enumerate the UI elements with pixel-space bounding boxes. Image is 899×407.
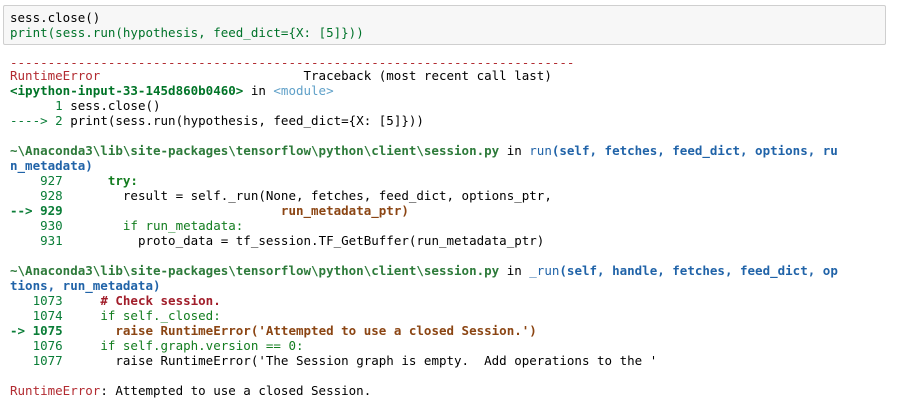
- line-number: 1077: [10, 353, 71, 368]
- frame-3-line-1077: 1077 raise RuntimeError('The Session gra…: [10, 353, 658, 368]
- frame-1-line-2: ----> 2 print(sess.run(hypothesis, feed_…: [10, 113, 424, 128]
- error-arrow: --> 929: [10, 203, 71, 218]
- line-number: 928: [10, 188, 71, 203]
- frame-3-line-1075: -> 1075 raise RuntimeError('Attempted to…: [10, 323, 537, 338]
- line-number: 1074: [10, 308, 71, 323]
- function-args: (self, fetches, feed_dict, options, ru: [551, 143, 838, 158]
- code-text: result = self._run(None, fetches, feed_d…: [70, 188, 552, 203]
- in-text: in: [499, 143, 530, 158]
- line-number: 1076: [10, 338, 71, 353]
- frame-2-line-931: 931 proto_data = tf_session.TF_GetBuffer…: [10, 233, 544, 248]
- code-input-cell[interactable]: sess.close() print(sess.run(hypothesis, …: [3, 5, 886, 45]
- frame-3-line-1076: 1076 if self.graph.version == 0:: [10, 338, 304, 353]
- frame-2-line-929: --> 929 run_metadata_ptr): [10, 203, 409, 218]
- line-number: 1: [10, 98, 71, 113]
- file-path-link[interactable]: ~\Anaconda3\lib\site-packages\tensorflow…: [10, 143, 499, 158]
- code-line-1: sess.close(): [10, 10, 101, 25]
- frame-2-line-930: 930 if run_metadata:: [10, 218, 243, 233]
- code-text: run_metadata_ptr): [70, 203, 409, 218]
- print-args: (sess.run(hypothesis, feed_dict={X: [5]}…: [47, 25, 364, 40]
- line-number: 927: [10, 173, 71, 188]
- frame-3-header: ~\Anaconda3\lib\site-packages\tensorflow…: [10, 263, 838, 278]
- frame-3-args-cont: tions, run_metadata): [10, 278, 161, 293]
- error-arrow: ----> 2: [10, 113, 71, 128]
- code-text: if self._closed:: [70, 308, 221, 323]
- function-name: _run: [529, 263, 560, 278]
- frame-1-line-1: 1 sess.close(): [10, 98, 161, 113]
- function-name: run: [529, 143, 552, 158]
- frame-1-header: <ipython-input-33-145d860b0460> in <modu…: [10, 83, 334, 98]
- code-text: if run_metadata:: [70, 218, 244, 233]
- in-text: in: [243, 83, 274, 98]
- module-name: <module>: [273, 83, 334, 98]
- code-text: if self.graph.version == 0:: [70, 338, 304, 353]
- error-arrow: -> 1075: [10, 323, 71, 338]
- final-error-message: : Attempted to use a closed Session.: [100, 383, 372, 398]
- final-error-line: RuntimeError: Attempted to use a closed …: [10, 383, 371, 398]
- line-number: 1073: [10, 293, 71, 308]
- code-text: raise RuntimeError('Attempted to use a c…: [70, 323, 537, 338]
- frame-3-line-1073: 1073 # Check session.: [10, 293, 221, 308]
- traceback-header: RuntimeError Traceback (most recent call…: [10, 68, 552, 83]
- code-text: proto_data = tf_session.TF_GetBuffer(run…: [70, 233, 545, 248]
- code-text: try:: [70, 173, 138, 188]
- frame-3-line-1074: 1074 if self._closed:: [10, 308, 221, 323]
- frame-2-args-cont: n_metadata): [10, 158, 93, 173]
- code-text: print(sess.run(hypothesis, feed_dict={X:…: [70, 113, 424, 128]
- code-line-2: print(sess.run(hypothesis, feed_dict={X:…: [10, 25, 364, 40]
- final-error-type: RuntimeError: [10, 383, 101, 398]
- code-comment: # Check session.: [70, 293, 221, 308]
- frame-2-line-928: 928 result = self._run(None, fetches, fe…: [10, 188, 552, 203]
- line-number: 930: [10, 218, 71, 233]
- code-text: sess.close(): [70, 98, 161, 113]
- error-type: RuntimeError: [10, 68, 101, 83]
- traceback-label: Traceback (most recent call last): [100, 68, 552, 83]
- line-number: 931: [10, 233, 71, 248]
- code-text: raise RuntimeError('The Session graph is…: [70, 353, 658, 368]
- function-args: (self, handle, fetches, feed_dict, op: [559, 263, 838, 278]
- ipython-input-link[interactable]: <ipython-input-33-145d860b0460>: [10, 83, 243, 98]
- file-path-link[interactable]: ~\Anaconda3\lib\site-packages\tensorflow…: [10, 263, 499, 278]
- frame-2-line-927: 927 try:: [10, 173, 138, 188]
- print-keyword: print: [10, 25, 48, 40]
- frame-2-header: ~\Anaconda3\lib\site-packages\tensorflow…: [10, 143, 838, 158]
- in-text: in: [499, 263, 530, 278]
